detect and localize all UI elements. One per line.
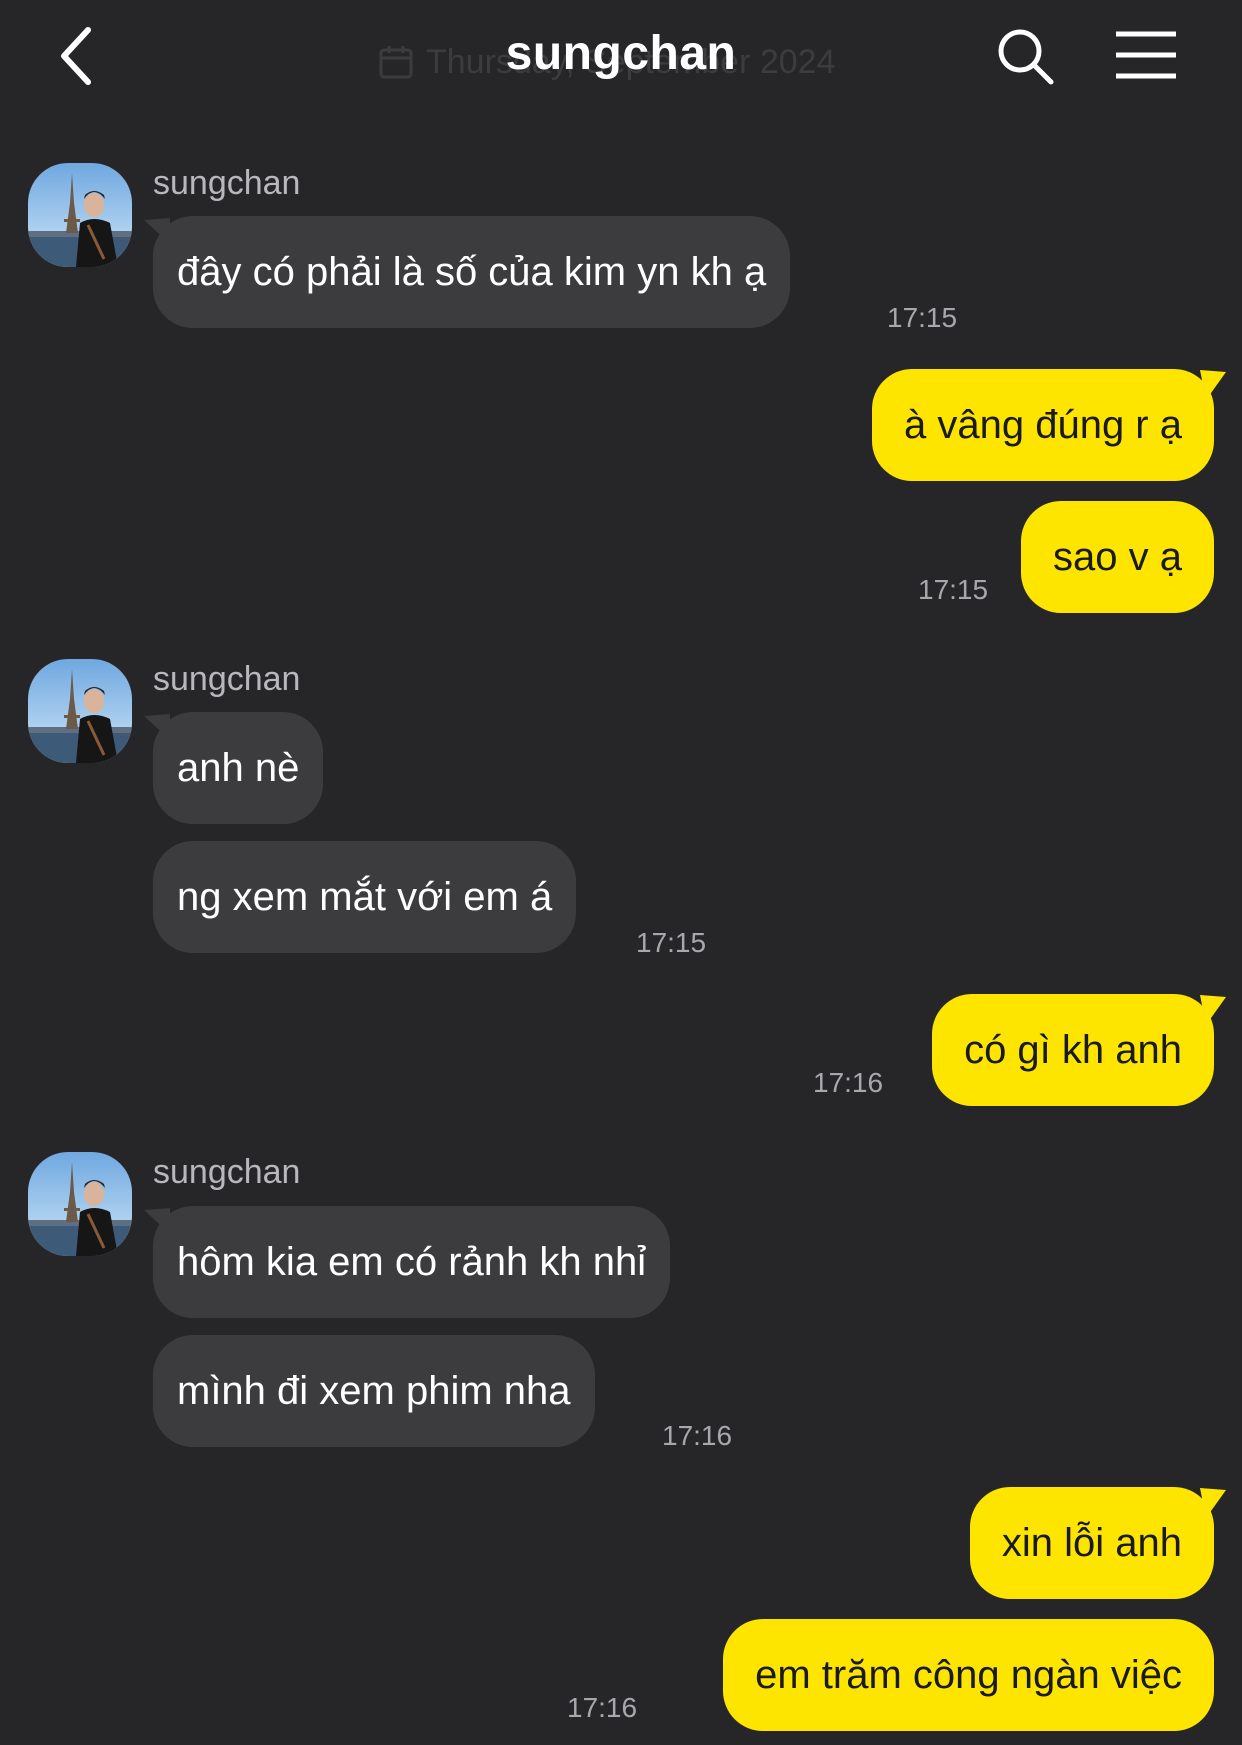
message-bubble-incoming[interactable]: ng xem mắt với em á — [153, 841, 577, 953]
message-bubble-outgoing[interactable]: em trăm công ngàn việc — [723, 1619, 1214, 1731]
sender-name: sungchan — [153, 164, 301, 202]
message-bubble-outgoing[interactable]: xin lỗi anh — [969, 1487, 1214, 1599]
search-icon[interactable] — [995, 26, 1055, 86]
sender-name: sungchan — [153, 660, 301, 698]
message-bubble-incoming[interactable]: đây có phải là số của kim yn kh ạ — [153, 216, 791, 328]
message-bubble-incoming[interactable]: anh nè — [153, 712, 324, 824]
message-bubble-incoming[interactable]: hôm kia em có rảnh kh nhỉ — [153, 1206, 671, 1318]
message-timestamp: 17:15 — [887, 302, 958, 333]
message-timestamp: 17:15 — [918, 574, 989, 605]
message-timestamp: 17:16 — [813, 1067, 884, 1098]
sender-avatar[interactable] — [28, 1152, 132, 1256]
chat-header: Thursday, September 2024 sungchan — [0, 0, 1242, 112]
message-timestamp: 17:16 — [662, 1420, 733, 1451]
message-bubble-outgoing[interactable]: à vâng đúng r ạ — [872, 369, 1214, 481]
hamburger-menu-icon[interactable] — [1114, 30, 1178, 80]
message-bubble-outgoing[interactable]: có gì kh anh — [932, 994, 1214, 1106]
sender-avatar[interactable] — [28, 659, 132, 763]
message-bubble-incoming[interactable]: mình đi xem phim nha — [153, 1335, 595, 1447]
message-bubble-outgoing[interactable]: sao v ạ — [1021, 501, 1214, 613]
chat-title: sungchan — [505, 27, 737, 80]
message-timestamp: 17:15 — [636, 927, 707, 958]
sender-name: sungchan — [153, 1153, 301, 1191]
message-timestamp: 17:16 — [567, 1692, 638, 1723]
sender-avatar[interactable] — [28, 163, 132, 267]
